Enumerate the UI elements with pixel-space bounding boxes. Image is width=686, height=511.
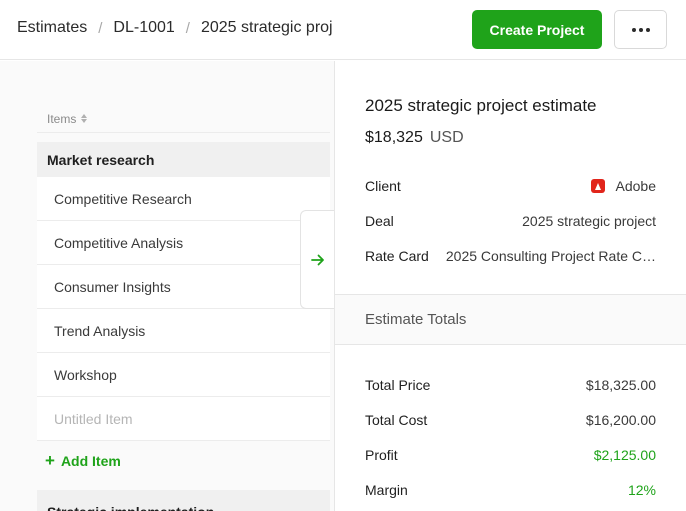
client-row: Client Adobe [365, 176, 656, 196]
rate-card-row: Rate Card 2025 Consulting Project Rate C… [365, 246, 656, 266]
add-item-label: Add Item [60, 453, 121, 469]
client-name: Adobe [615, 178, 656, 194]
margin-value: 12% [627, 482, 656, 498]
list-item[interactable]: Consumer Insights [37, 265, 330, 309]
breadcrumb-separator: / [98, 19, 103, 37]
margin-row: Margin 12% [365, 480, 656, 500]
estimate-totals-heading: Estimate Totals [335, 295, 686, 344]
rate-card-value[interactable]: 2025 Consulting Project Rate C… [446, 248, 656, 264]
list-item[interactable]: Competitive Research [37, 177, 330, 221]
breadcrumb-deal[interactable]: DL-1001 [113, 19, 174, 37]
adobe-logo-icon [590, 179, 605, 193]
add-item-button[interactable]: + Add Item [45, 451, 121, 471]
profit-label: Profit [365, 447, 398, 463]
items-header-label: Items [47, 111, 77, 126]
rate-card-label: Rate Card [365, 248, 429, 264]
breadcrumb-separator: / [185, 19, 190, 37]
list-item[interactable]: Trend Analysis [37, 309, 330, 353]
profit-row: Profit $2,125.00 [365, 445, 656, 465]
breadcrumb-estimates[interactable]: Estimates [17, 19, 87, 37]
items-column-header[interactable]: Items [37, 105, 330, 133]
total-price-label: Total Price [365, 377, 431, 393]
total-cost-label: Total Cost [365, 412, 428, 428]
profit-value: $2,125.00 [593, 447, 656, 463]
currency: USD [429, 129, 464, 146]
deal-label: Deal [365, 213, 394, 229]
estimate-amount: $18,325 USD [365, 129, 464, 147]
more-options-button[interactable] [614, 10, 667, 49]
create-project-button[interactable]: Create Project [472, 10, 602, 49]
deal-value[interactable]: 2025 strategic project [522, 213, 656, 229]
move-item-toggle[interactable] [300, 210, 335, 309]
margin-label: Margin [365, 482, 408, 498]
top-bar: Estimates / DL-1001 / 2025 strategic pro… [0, 0, 686, 60]
deal-row: Deal 2025 strategic project [365, 211, 656, 231]
sort-icon[interactable] [81, 114, 88, 123]
list-item[interactable]: Competitive Analysis [37, 221, 330, 265]
total-price-row: Total Price $18,325.00 [365, 375, 656, 395]
total-cost-value: $16,200.00 [585, 412, 656, 428]
more-horizontal-icon [631, 27, 636, 32]
estimate-title: 2025 strategic project estimate [365, 96, 597, 115]
total-price-value: $18,325.00 [585, 377, 656, 393]
group-market-research[interactable]: Market research [37, 142, 330, 177]
breadcrumb-current: 2025 strategic proj [200, 19, 333, 36]
list-item[interactable]: Workshop [37, 353, 330, 397]
client-label: Client [365, 178, 401, 194]
estimate-details-panel: 2025 strategic project estimate $18,325 U… [334, 61, 686, 511]
arrow-right-icon [311, 254, 324, 265]
plus-icon: + [45, 451, 55, 470]
group-strategic-implementation[interactable]: Strategic implementation [37, 490, 330, 511]
items-panel: Items Market research Competitive Resear… [0, 61, 334, 511]
client-value[interactable]: Adobe [590, 178, 656, 194]
amount-value: $18,325 [365, 129, 423, 146]
untitled-item-input[interactable]: Untitled Item [37, 397, 330, 441]
total-cost-row: Total Cost $16,200.00 [365, 410, 656, 430]
breadcrumb: Estimates / DL-1001 / 2025 strategic pro… [17, 19, 333, 37]
divider [335, 344, 686, 345]
